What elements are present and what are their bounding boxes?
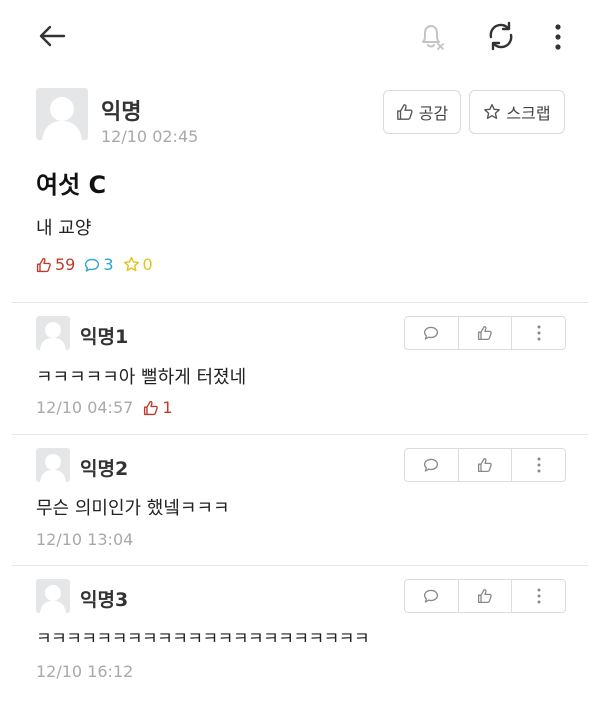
comment-text: ㅋㅋㅋㅋㅋ아 뻘하게 터졌네 (36, 367, 247, 388)
like-button-label: 공감 (418, 104, 449, 123)
avatar-silhouette-icon (40, 585, 66, 613)
comment-like-count: 1 (143, 398, 173, 417)
comment-text: 무슨 의미인가 했넼ㅋㅋㅋ (36, 498, 230, 519)
refresh-icon[interactable] (485, 20, 517, 52)
avatar-silhouette-icon (40, 322, 66, 350)
comment-meta: 12/10 13:04 (36, 530, 133, 549)
more-vertical-icon (537, 325, 541, 341)
reply-button[interactable] (405, 449, 458, 481)
like-button[interactable]: 공감 (383, 90, 461, 134)
avatar (36, 316, 70, 350)
comment-author: 익명1 (80, 326, 129, 348)
comment-like-button[interactable] (457, 580, 512, 612)
more-vertical-icon[interactable] (552, 23, 564, 51)
avatar (36, 88, 88, 140)
avatar-silhouette-icon (40, 454, 66, 482)
star-icon (123, 256, 139, 272)
thumbs-up-icon (477, 457, 492, 473)
scrap-button-label: 스크랩 (506, 104, 551, 123)
scrap-button[interactable]: 스크랩 (469, 90, 565, 134)
post-body: 내 교양 (36, 218, 92, 239)
bell-off-icon[interactable] (416, 20, 448, 52)
star-icon (484, 103, 501, 119)
post-time: 12/10 02:45 (101, 127, 199, 146)
scrap-count-value: 0 (142, 255, 153, 274)
comment-more-button[interactable] (511, 580, 565, 612)
comment-text: ㅋㅋㅋㅋㅋㅋㅋㅋㅋㅋㅋㅋㅋㅋㅋㅋㅋㅋㅋㅋㅋㅋ (36, 629, 370, 649)
thumbs-up-icon (396, 104, 413, 120)
comment-count: 3 (84, 255, 114, 274)
avatar (36, 448, 70, 482)
comment-author: 익명3 (80, 589, 129, 611)
thumbs-up-icon (36, 257, 51, 272)
comment-meta: 12/10 16:12 (36, 662, 133, 681)
comment-time: 12/10 04:57 (36, 398, 134, 417)
comment-meta: 12/10 04:57 1 (36, 398, 173, 417)
comment-actions (404, 448, 566, 482)
reply-button[interactable] (405, 317, 458, 349)
comment-like-button[interactable] (457, 449, 512, 481)
divider (12, 434, 588, 435)
avatar (36, 579, 70, 613)
post-author: 익명 (101, 100, 142, 125)
thumbs-up-icon (477, 588, 492, 604)
thumbs-up-icon (477, 325, 492, 341)
comment-author: 익명2 (80, 458, 129, 480)
comment-time: 12/10 13:04 (36, 530, 134, 549)
divider (12, 302, 588, 303)
post-stats: 59 3 0 (36, 255, 162, 274)
like-count-value: 59 (55, 255, 76, 274)
comment-actions (404, 579, 566, 613)
avatar-silhouette-icon (42, 97, 82, 140)
comment-count-value: 3 (103, 255, 114, 274)
thumbs-up-icon (144, 400, 159, 415)
scrap-count: 0 (123, 255, 153, 274)
comment-actions (404, 316, 566, 350)
comment-icon (424, 458, 439, 472)
comment-icon (85, 258, 100, 272)
arrow-left-icon[interactable] (38, 24, 66, 48)
comment-time: 12/10 16:12 (36, 662, 134, 681)
comment-more-button[interactable] (511, 449, 565, 481)
more-vertical-icon (537, 457, 541, 473)
comment-more-button[interactable] (511, 317, 565, 349)
comment-icon (424, 589, 439, 603)
reply-button[interactable] (405, 580, 458, 612)
comment-like-value: 1 (162, 398, 173, 417)
comment-icon (424, 326, 439, 340)
divider (12, 565, 588, 566)
top-toolbar (0, 0, 600, 72)
like-count: 59 (36, 255, 75, 274)
comment-like-button[interactable] (457, 317, 512, 349)
more-vertical-icon (537, 588, 541, 604)
post-title: 여섯 C (36, 171, 107, 199)
